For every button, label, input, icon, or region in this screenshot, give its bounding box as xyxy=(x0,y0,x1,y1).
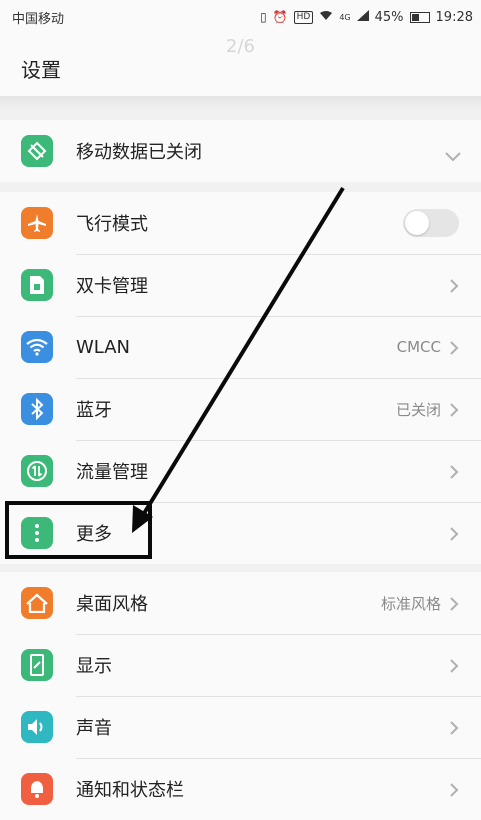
status-icons: ▯ ⏰ HD 4G 45% 19:28 xyxy=(260,10,473,25)
chevron-right-icon xyxy=(449,526,459,541)
airplane-mode-toggle[interactable] xyxy=(403,209,459,237)
settings-row-wifi[interactable]: WLAN CMCC xyxy=(0,316,481,378)
settings-row-mobile-data-off[interactable]: 移动数据已关闭 xyxy=(0,120,481,182)
settings-group: 移动数据已关闭 xyxy=(0,120,481,182)
settings-row-label: 蓝牙 xyxy=(76,400,112,421)
hd-badge: HD xyxy=(293,10,314,24)
settings-row-bluetooth[interactable]: 蓝牙 已关闭 xyxy=(0,378,481,440)
chevron-down-icon xyxy=(445,147,461,162)
settings-row-label: 通知和状态栏 xyxy=(76,780,184,801)
settings-row-label: WLAN xyxy=(76,336,131,358)
data-usage-icon xyxy=(21,455,53,487)
settings-row-label: 飞行模式 xyxy=(76,214,148,235)
alarm-icon: ⏰ xyxy=(272,10,288,24)
sim-card-icon xyxy=(21,269,53,301)
settings-row-label: 声音 xyxy=(76,718,112,739)
settings-row-value: 已关闭 xyxy=(395,400,441,419)
divider xyxy=(0,96,481,110)
page-title: 设置 xyxy=(21,58,61,82)
toggle-knob xyxy=(405,211,429,235)
settings-row-label: 显示 xyxy=(76,656,112,677)
settings-row-label: 双卡管理 xyxy=(76,276,148,297)
notification-icon xyxy=(21,773,53,805)
chevron-right-icon xyxy=(449,720,459,735)
settings-row-home-style[interactable]: 桌面风格 标准风格 xyxy=(0,572,481,634)
settings-row-sim-card[interactable]: 双卡管理 xyxy=(0,254,481,316)
clock: 19:28 xyxy=(435,9,473,25)
wifi-status-icon xyxy=(319,10,333,24)
settings-row-value: 标准风格 xyxy=(380,594,441,613)
chevron-right-icon xyxy=(449,464,459,479)
settings-row-notification[interactable]: 通知和状态栏 xyxy=(0,758,481,820)
bluetooth-icon xyxy=(21,393,53,425)
settings-row-airplane[interactable]: 飞行模式 xyxy=(0,192,481,254)
chevron-right-icon xyxy=(449,278,459,293)
signal-icon xyxy=(356,10,369,24)
annotation-highlight-box xyxy=(5,501,152,559)
battery-icon xyxy=(409,11,430,23)
airplane-icon xyxy=(21,207,53,239)
battery-percent: 45% xyxy=(374,9,404,25)
display-icon xyxy=(21,649,53,681)
chevron-right-icon xyxy=(449,596,459,611)
network-type-label: 4G xyxy=(339,12,351,22)
page-indicator: 2/6 xyxy=(226,36,255,57)
mobile-data-off-icon xyxy=(21,135,53,167)
settings-row-value: CMCC xyxy=(396,338,441,356)
chevron-right-icon xyxy=(449,658,459,673)
sound-icon xyxy=(21,711,53,743)
settings-row-label: 移动数据已关闭 xyxy=(76,142,202,163)
settings-row-label: 桌面风格 xyxy=(76,594,148,615)
chevron-right-icon xyxy=(449,340,459,355)
carrier-label: 中国移动 xyxy=(12,11,65,27)
settings-row-sound[interactable]: 声音 xyxy=(0,696,481,758)
vibrate-icon: ▯ xyxy=(260,10,267,24)
chevron-right-icon xyxy=(449,402,459,417)
wifi-icon xyxy=(21,331,53,363)
settings-row-display[interactable]: 显示 xyxy=(0,634,481,696)
chevron-right-icon xyxy=(449,782,459,797)
settings-row-label: 流量管理 xyxy=(76,462,148,483)
settings-row-data-usage[interactable]: 流量管理 xyxy=(0,440,481,502)
settings-group: 桌面风格 标准风格显示声音通知和状态栏 xyxy=(0,572,481,820)
status-bar: 中国移动 ▯ ⏰ HD 4G 45% 19:28 xyxy=(0,0,481,34)
home-style-icon xyxy=(21,587,53,619)
